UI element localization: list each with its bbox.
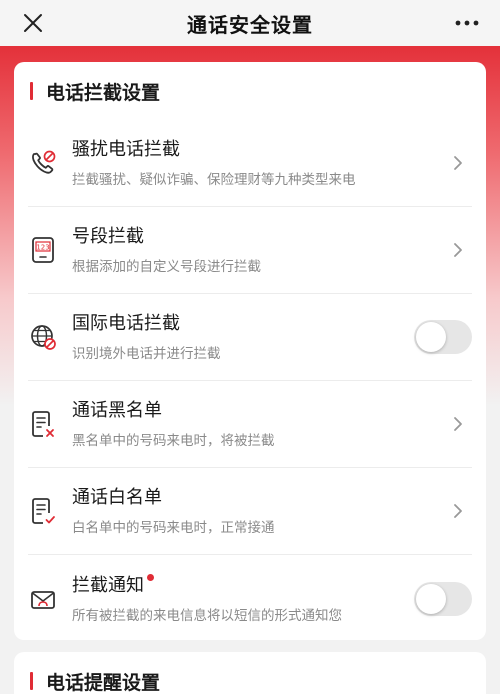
globe-block-icon [31,325,56,350]
row-description: 拦截骚扰、疑似诈骗、保险理财等九种类型来电 [72,172,356,188]
row-title: 国际电话拦截 [72,313,180,334]
international-block-toggle[interactable] [414,320,472,354]
interception-settings-card: 电话拦截设置 骚扰电话拦截 拦截骚扰、疑似诈骗、保险理财等九种类型来电 123 … [14,62,486,640]
toggle-knob [416,583,446,614]
close-button[interactable] [18,8,48,38]
row-title: 拦截通知 [72,573,154,598]
whitelist-icon [32,498,55,524]
reminder-settings-card: 电话提醒设置 [14,652,486,694]
close-icon [24,14,42,32]
chevron-right-icon [454,504,462,518]
chevron-right-icon [454,243,462,257]
section-header: 电话提醒设置 [14,652,486,694]
settings-row-harassment-call-block[interactable]: 骚扰电话拦截 拦截骚扰、疑似诈骗、保险理财等九种类型来电 [28,120,472,207]
row-title: 通话白名单 [72,487,162,508]
row-description: 根据添加的自定义号段进行拦截 [72,259,261,275]
settings-row-block-notification: 拦截通知 所有被拦截的来电信息将以短信的形式通知您 [28,555,472,640]
row-description: 黑名单中的号码来电时，将被拦截 [72,433,275,449]
settings-row-call-whitelist[interactable]: 通话白名单 白名单中的号码来电时，正常接通 [28,468,472,555]
number-range-icon: 123 [32,237,54,263]
page-title: 通话安全设置 [187,12,313,37]
more-dots-icon [455,20,479,26]
row-title: 骚扰电话拦截 [72,139,180,160]
section-title: 电话拦截设置 [46,81,161,104]
chevron-right-icon [454,156,462,170]
section-header: 电话拦截设置 [14,62,486,120]
row-description: 白名单中的号码来电时，正常接通 [72,520,275,536]
block-notification-toggle[interactable] [414,581,472,616]
blacklist-icon [32,411,54,437]
settings-row-number-range-block[interactable]: 123 号段拦截 根据添加的自定义号段进行拦截 [28,207,472,294]
number-range-icon-text: 123 [36,244,49,252]
row-description: 所有被拦截的来电信息将以短信的形式通知您 [72,607,342,624]
section-accent-bar [30,82,33,100]
toggle-knob [416,322,446,352]
settings-row-call-blacklist[interactable]: 通话黑名单 黑名单中的号码来电时，将被拦截 [28,381,472,468]
row-description: 识别境外电话并进行拦截 [72,346,221,362]
row-title: 号段拦截 [72,226,144,247]
row-title: 通话黑名单 [72,400,162,421]
section-title: 电话提醒设置 [46,672,161,694]
row-title-text: 拦截通知 [72,574,144,596]
notification-envelope-icon [31,590,55,609]
top-bar: 通话安全设置 [0,0,500,46]
phone-block-icon [32,150,56,174]
chevron-right-icon [454,417,462,431]
more-button[interactable] [452,8,482,38]
settings-row-international-call-block: 国际电话拦截 识别境外电话并进行拦截 [28,294,472,381]
section-accent-bar [30,672,33,690]
new-badge-dot [147,573,154,581]
